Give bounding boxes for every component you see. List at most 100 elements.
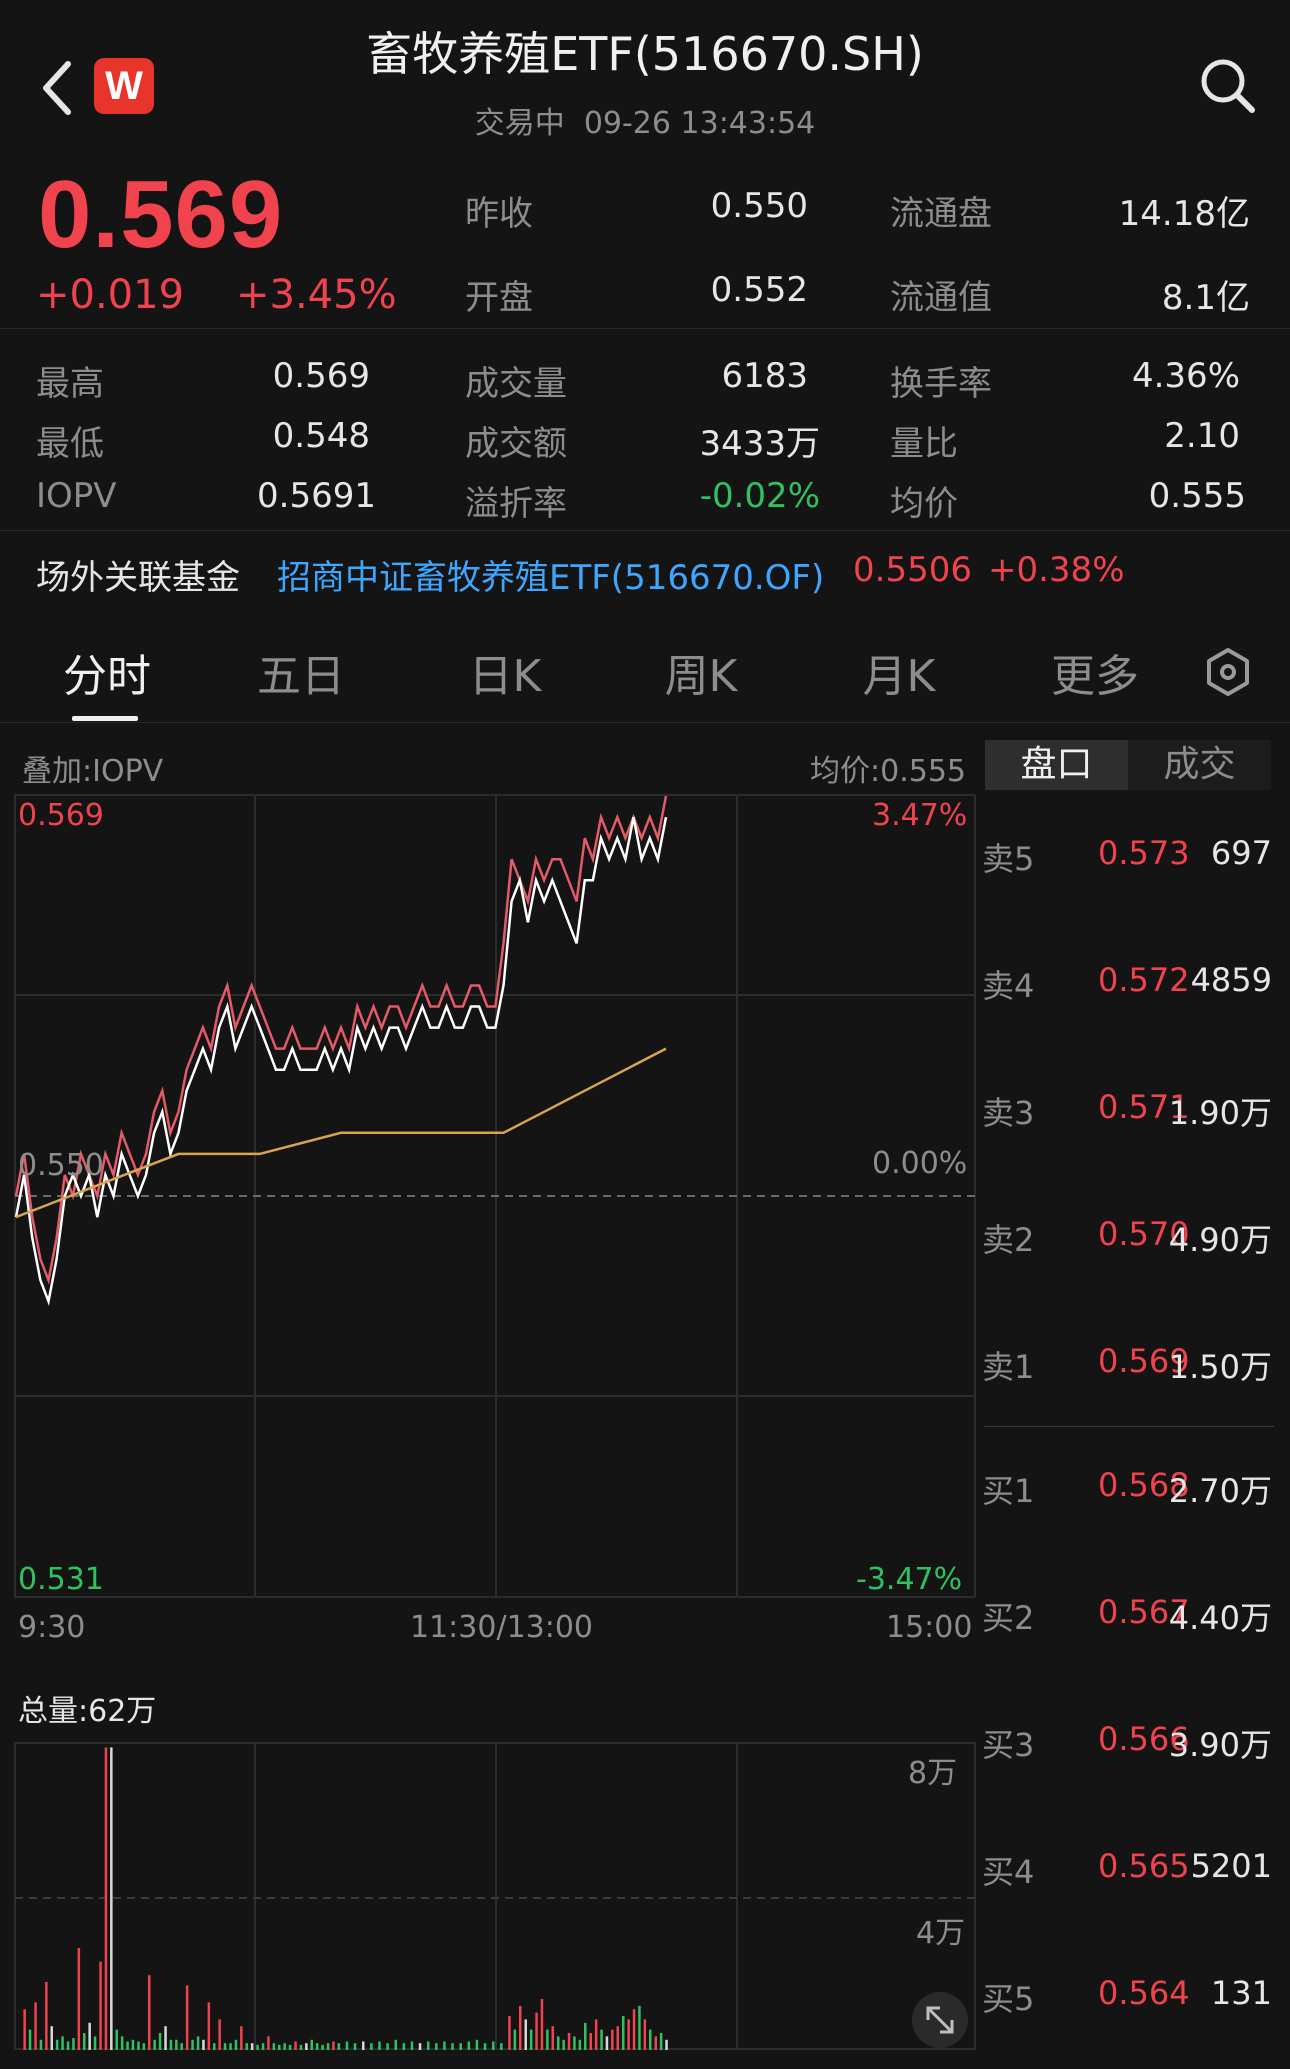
- orderbook-bid-row-4[interactable]: 买4 0.565 5201: [982, 1847, 1278, 1897]
- related-fund-price: 0.5506: [853, 550, 972, 590]
- volume-bar: [283, 2043, 286, 2050]
- orderbook-ask-row-2[interactable]: 卖4 0.572 4859: [982, 961, 1278, 1011]
- stat-label-float-value: 流通值: [890, 278, 992, 318]
- volume-bar: [185, 1985, 189, 2050]
- stat-label-low: 最低: [36, 424, 104, 464]
- orderbook-volume: 1.50万: [1168, 1348, 1272, 1386]
- volume-bar: [321, 2044, 324, 2050]
- trading-status: 交易中 09-26 13:43:54: [0, 98, 1290, 142]
- volume-bar: [93, 2036, 97, 2050]
- orderbook-ask-row-5[interactable]: 卖1 0.569 1.50万: [982, 1342, 1278, 1392]
- volume-bar: [164, 2026, 167, 2050]
- volume-bar: [513, 2029, 517, 2050]
- stat-value-avg-price: 0.555: [1148, 476, 1246, 516]
- volume-bar: [142, 2043, 146, 2050]
- tab-orderbook[interactable]: 盘口: [985, 740, 1128, 790]
- orderbook-price: 0.572: [1098, 961, 1190, 999]
- orderbook-level-label: 买2: [982, 1599, 1035, 1637]
- volume-chart[interactable]: [14, 1742, 976, 2052]
- volume-bar: [229, 2043, 232, 2050]
- price-line: [14, 795, 668, 1285]
- orderbook-volume: 697: [1210, 834, 1272, 872]
- expand-arrows-icon: [926, 2006, 954, 2034]
- volume-bar: [207, 2002, 211, 2050]
- tab-weekly-k[interactable]: 周K: [646, 640, 756, 704]
- orderbook-bid-row-5[interactable]: 买5 0.564 131: [982, 1974, 1278, 2024]
- divider: [0, 328, 1290, 329]
- chart-settings-button[interactable]: [1200, 644, 1256, 700]
- volume-bar: [250, 2043, 254, 2050]
- stat-value-low: 0.548: [272, 416, 370, 456]
- volume-bar: [492, 2041, 495, 2050]
- volume-bar: [256, 2044, 259, 2050]
- tab-more[interactable]: 更多: [1040, 640, 1150, 704]
- tab-five-day[interactable]: 五日: [246, 640, 356, 704]
- orderbook-level-label: 卖3: [982, 1094, 1035, 1132]
- page-title: 畜牧养殖ETF(516670.SH): [366, 27, 924, 81]
- expand-chart-button[interactable]: [912, 1992, 968, 2048]
- orderbook-bid-row-2[interactable]: 买2 0.567 4.40万: [982, 1593, 1278, 1643]
- stat-value-float-shares: 14.18亿: [1118, 194, 1250, 234]
- volume-bar: [223, 2043, 227, 2050]
- volume-tick-mid: 4万: [916, 1916, 966, 1951]
- volume-bar: [180, 2043, 183, 2050]
- tab-monthly-k[interactable]: 月K: [844, 640, 954, 704]
- volume-bar: [305, 2043, 308, 2050]
- stat-value-turnover-rate: 4.36%: [1131, 356, 1240, 396]
- intraday-price-chart[interactable]: [14, 794, 976, 1600]
- price-change-pct: +3.45%: [236, 272, 397, 318]
- volume-bar: [519, 2005, 522, 2050]
- overlay-label[interactable]: 叠加:IOPV: [22, 746, 163, 790]
- orderbook-volume: 131: [1210, 1974, 1272, 2012]
- overlay-text: 叠加:IOPV: [22, 754, 164, 789]
- volume-bar: [345, 2041, 349, 2050]
- orderbook-level-label: 卖4: [982, 967, 1035, 1005]
- orderbook-level-label: 卖1: [982, 1348, 1035, 1386]
- related-fund-link[interactable]: 招商中证畜牧养殖ETF(516670.OF): [277, 550, 824, 599]
- orderbook-tabs: 盘口 成交: [985, 740, 1275, 790]
- settings-hexagon-icon: [1207, 648, 1249, 696]
- stat-label-float-shares: 流通盘: [890, 194, 992, 234]
- volume-bar: [202, 2039, 205, 2050]
- volume-bar: [483, 2043, 487, 2050]
- orderbook-bid-row-1[interactable]: 买1 0.568 2.70万: [982, 1466, 1278, 1516]
- volume-bar: [500, 2043, 503, 2050]
- stat-value-float-value: 8.1亿: [1161, 278, 1250, 318]
- orderbook-price: 0.573: [1098, 834, 1190, 872]
- volume-bar: [28, 2029, 32, 2050]
- tab-daily-k[interactable]: 日K: [450, 640, 560, 704]
- volume-bar: [326, 2043, 330, 2050]
- volume-bar: [278, 2044, 281, 2050]
- tab-trades[interactable]: 成交: [1128, 740, 1271, 790]
- orderbook-ask-row-3[interactable]: 卖3 0.571 1.90万: [982, 1088, 1278, 1138]
- volume-bar: [370, 2043, 373, 2050]
- price-change: +0.019: [36, 272, 185, 318]
- orderbook-ask-row-4[interactable]: 卖2 0.570 4.90万: [982, 1215, 1278, 1265]
- volume-bar: [72, 2038, 75, 2050]
- pct-mid-label: 0.00%: [872, 1146, 968, 1181]
- volume-bar: [153, 2039, 156, 2050]
- volume-bar: [337, 2043, 341, 2050]
- volume-bar: [589, 2033, 592, 2050]
- volume-bar: [120, 2036, 124, 2050]
- volume-bar: [110, 1747, 113, 2050]
- volume-bar: [61, 2036, 64, 2050]
- volume-bar: [362, 2041, 365, 2050]
- orderbook-level-label: 买4: [982, 1853, 1035, 1891]
- volume-bar: [394, 2039, 397, 2050]
- tab-intraday[interactable]: 分时: [52, 640, 162, 704]
- orderbook-bid-row-3[interactable]: 买3 0.566 3.90万: [982, 1720, 1278, 1770]
- orderbook-level-label: 卖2: [982, 1221, 1035, 1259]
- stat-label-iopv: IOPV: [36, 476, 117, 516]
- stat-value-iopv: 0.5691: [257, 476, 376, 516]
- volume-bar: [643, 2019, 647, 2050]
- volume-bar: [584, 2022, 587, 2050]
- volume-bar: [665, 2039, 668, 2050]
- volume-bar: [272, 2043, 276, 2050]
- orderbook-ask-row-1[interactable]: 卖5 0.573 697: [982, 834, 1278, 884]
- related-fund-label: 场外关联基金: [36, 558, 240, 598]
- volume-bar: [332, 2041, 335, 2050]
- x-axis-end-label: 15:00: [886, 1610, 973, 1645]
- volume-bar: [578, 2039, 582, 2050]
- search-button[interactable]: [1196, 54, 1258, 116]
